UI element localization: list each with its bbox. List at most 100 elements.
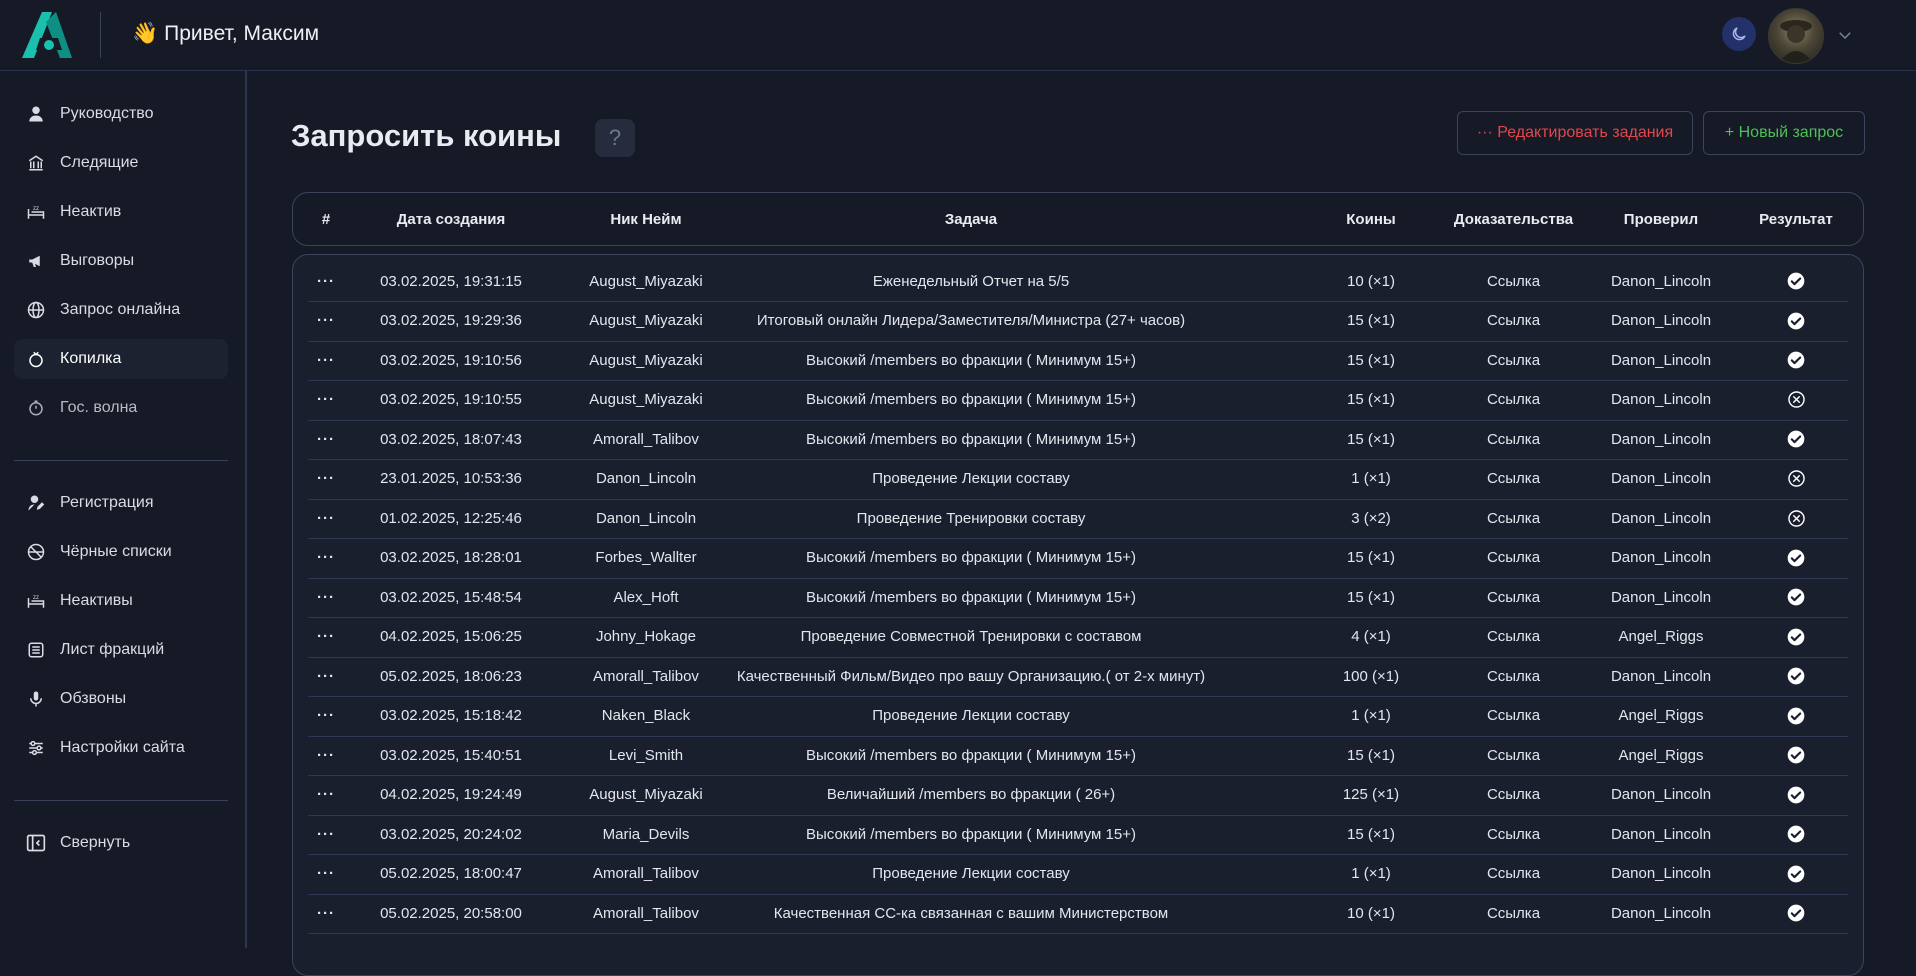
logo-icon[interactable]	[20, 12, 72, 58]
sidebar-item-leadership[interactable]: Руководство	[14, 94, 228, 134]
avatar[interactable]	[1768, 8, 1824, 64]
chevron-down-icon[interactable]	[1836, 26, 1854, 44]
microphone-icon	[26, 689, 46, 709]
row-menu-button[interactable]: ···	[301, 893, 351, 933]
proof-link[interactable]: Ссылка	[1441, 617, 1586, 657]
edit-tasks-button[interactable]: ··· Редактировать задания	[1457, 111, 1693, 155]
sidebar-item-label: Регистрация	[60, 494, 154, 511]
sidebar-item-faction-list[interactable]: Лист фракций	[14, 630, 228, 670]
row-menu-button[interactable]: ···	[301, 775, 351, 815]
table-row: ··· 03.02.2025, 19:10:56 August_Miyazaki Вы…	[308, 340, 1848, 381]
row-menu-button[interactable]: ···	[301, 656, 351, 696]
row-menu-button[interactable]: ···	[301, 735, 351, 775]
ban-globe-icon	[26, 542, 46, 562]
result-cell	[1736, 498, 1856, 538]
piggy-bank-icon	[26, 349, 46, 369]
sleep-icon: zz	[26, 202, 46, 222]
coins-cell: 3 (×2)	[1351, 509, 1391, 527]
row-menu-button[interactable]: ···	[301, 577, 351, 617]
nickname-cell: August_Miyazaki	[589, 312, 703, 329]
check-circle-icon	[1786, 666, 1806, 686]
proof-link[interactable]: Ссылка	[1441, 696, 1586, 736]
date-cell: 03.02.2025, 18:28:01	[380, 549, 522, 566]
proof-link[interactable]: Ссылка	[1441, 577, 1586, 617]
date-cell: 03.02.2025, 19:10:56	[380, 351, 522, 369]
sidebar-item-label: Следящие	[60, 154, 139, 171]
row-menu-button[interactable]: ···	[301, 419, 351, 459]
date-cell: 03.02.2025, 19:10:55	[380, 391, 522, 408]
proof-link[interactable]: Ссылка	[1441, 775, 1586, 815]
proof-link[interactable]: Ссылка	[1441, 261, 1586, 301]
row-menu-button[interactable]: ···	[301, 617, 351, 657]
sidebar-item-inactive[interactable]: zz Неактив	[14, 192, 228, 232]
sidebar-item-watchers[interactable]: Следящие	[14, 143, 228, 183]
proof-link[interactable]: Ссылка	[1441, 340, 1586, 380]
proof-link[interactable]: Ссылка	[1441, 854, 1586, 894]
nickname-cell: Amorall_Talibov	[593, 667, 699, 685]
proof-link[interactable]: Ссылка	[1441, 814, 1586, 854]
sidebar-item-label: Гос. волна	[60, 399, 138, 416]
row-menu-button[interactable]: ···	[301, 538, 351, 578]
check-circle-icon	[1786, 706, 1806, 726]
sidebar-item-gov-wave[interactable]: Гос. волна	[14, 388, 228, 428]
task-cell: Проведение Тренировки составу	[856, 509, 1086, 527]
user-edit-icon	[26, 493, 46, 513]
proof-link[interactable]: Ссылка	[1441, 459, 1586, 499]
help-button[interactable]: ?	[595, 119, 635, 157]
proof-link[interactable]: Ссылка	[1441, 419, 1586, 459]
row-menu-button[interactable]: ···	[301, 498, 351, 538]
row-menu-button[interactable]: ···	[301, 459, 351, 499]
coins-cell: 15 (×1)	[1347, 351, 1395, 369]
result-cell	[1736, 459, 1856, 499]
date-cell: 05.02.2025, 18:00:47	[380, 865, 522, 882]
proof-link[interactable]: Ссылка	[1441, 301, 1586, 341]
sidebar-item-piggy-bank[interactable]: Копилка	[14, 339, 228, 379]
task-cell: Проведение Лекции составу	[872, 470, 1070, 487]
proof-link[interactable]: Ссылка	[1441, 735, 1586, 775]
task-cell: Высокий /members во фракции ( Минимум 15…	[806, 746, 1136, 764]
task-cell: Проведение Совместной Тренировки с соста…	[800, 628, 1142, 645]
coins-cell: 15 (×1)	[1347, 549, 1395, 566]
checked-by-cell: Danon_Lincoln	[1610, 312, 1712, 329]
sidebar-collapse-button[interactable]: Свернуть	[14, 823, 228, 863]
row-menu-button[interactable]: ···	[301, 301, 351, 341]
sidebar-item-calls[interactable]: Обзвоны	[14, 679, 228, 719]
table-row: ··· 03.02.2025, 18:07:43 Amorall_Talibov Вы…	[308, 419, 1848, 460]
sidebar-item-site-settings[interactable]: Настройки сайта	[14, 728, 228, 768]
row-menu-button[interactable]: ···	[301, 340, 351, 380]
proof-link[interactable]: Ссылка	[1441, 498, 1586, 538]
proof-link[interactable]: Ссылка	[1441, 893, 1586, 933]
row-menu-button[interactable]: ···	[301, 696, 351, 736]
sidebar-item-label: Обзвоны	[60, 690, 127, 707]
new-request-button[interactable]: + Новый запрос	[1703, 111, 1865, 155]
page-title: Запросить коины	[291, 118, 562, 153]
date-cell: 03.02.2025, 19:31:15	[380, 272, 522, 290]
theme-toggle-button[interactable]	[1722, 17, 1756, 51]
sidebar-item-reprimands[interactable]: Выговоры	[14, 241, 228, 281]
checked-by-cell: Danon_Lincoln	[1610, 470, 1712, 487]
sidebar-item-label: Лист фракций	[60, 641, 165, 658]
table-row: ··· 04.02.2025, 19:24:49 August_Miyazaki Ве…	[308, 775, 1848, 816]
proof-link[interactable]: Ссылка	[1441, 380, 1586, 420]
result-cell	[1736, 261, 1856, 301]
row-menu-button[interactable]: ···	[301, 380, 351, 420]
coins-cell: 4 (×1)	[1351, 628, 1391, 645]
proof-link[interactable]: Ссылка	[1441, 538, 1586, 578]
table-row: ··· 23.01.2025, 10:53:36 Danon_Lincoln Пров…	[308, 459, 1848, 500]
sidebar-item-label: Неактивы	[60, 592, 133, 609]
sidebar-item-inactives[interactable]: zz Неактивы	[14, 581, 228, 621]
proof-link[interactable]: Ссылка	[1441, 656, 1586, 696]
sidebar-item-online-request[interactable]: Запрос онлайна	[14, 290, 228, 330]
sidebar-item-registration[interactable]: Регистрация	[14, 483, 228, 523]
row-menu-button[interactable]: ···	[301, 261, 351, 301]
check-circle-icon	[1786, 587, 1806, 607]
row-menu-button[interactable]: ···	[301, 814, 351, 854]
date-cell: 03.02.2025, 15:48:54	[380, 588, 522, 606]
row-menu-button[interactable]: ···	[301, 854, 351, 894]
date-cell: 03.02.2025, 15:18:42	[380, 707, 522, 724]
sidebar-item-label: Запрос онлайна	[60, 301, 181, 318]
sidebar-item-blacklists[interactable]: Чёрные списки	[14, 532, 228, 572]
date-cell: 04.02.2025, 15:06:25	[380, 628, 522, 645]
checked-by-cell: Danon_Lincoln	[1610, 509, 1712, 527]
checked-by-cell: Danon_Lincoln	[1610, 786, 1712, 803]
